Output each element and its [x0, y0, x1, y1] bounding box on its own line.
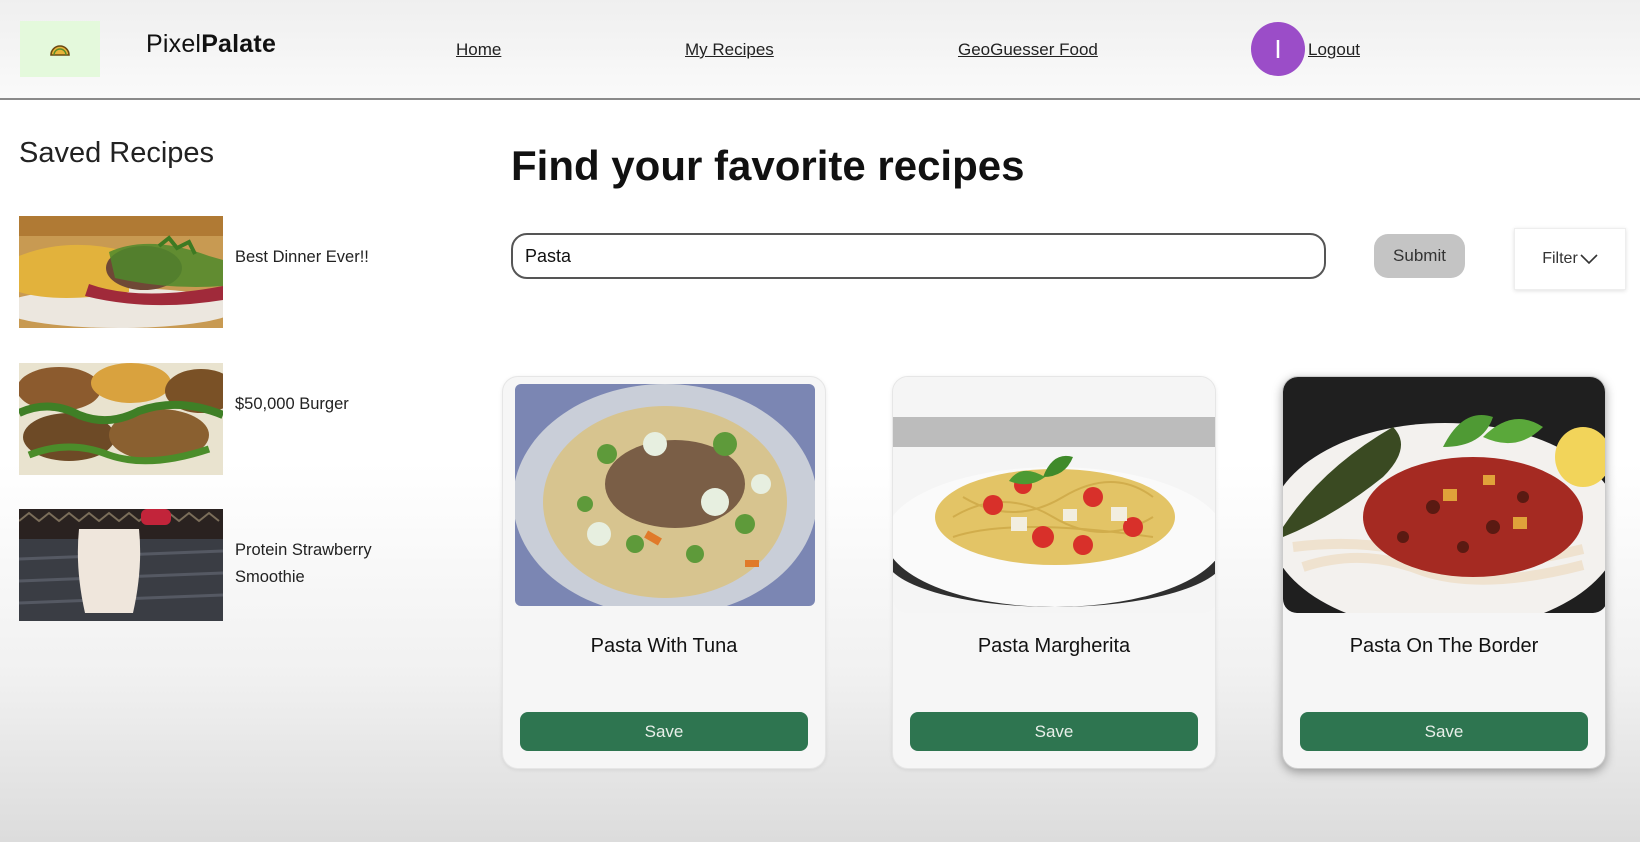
burger-plate-photo — [19, 216, 223, 328]
chevron-down-icon — [1580, 253, 1598, 265]
margherita-pasta-photo — [893, 377, 1215, 613]
sliders-photo — [19, 363, 223, 475]
saved-recipes-heading: Saved Recipes — [19, 137, 215, 169]
recipe-card: Pasta Margherita Save — [892, 376, 1216, 769]
saved-recipe-label: Protein Strawberry Smoothie — [235, 541, 372, 586]
smoothie-photo — [19, 509, 223, 621]
submit-button[interactable]: Submit — [1374, 234, 1465, 278]
logout-link[interactable]: Logout — [1308, 40, 1360, 60]
nav-geoguesser-food-link[interactable]: GeoGuesser Food — [958, 40, 1098, 60]
recipe-card: Pasta On The Border Save — [1282, 376, 1606, 769]
nav-home-link[interactable]: Home — [456, 40, 501, 60]
save-button[interactable]: Save — [910, 712, 1198, 751]
recipe-title: Pasta On The Border — [1349, 635, 1539, 657]
filter-dropdown[interactable]: Filter — [1514, 228, 1626, 290]
user-avatar[interactable]: I — [1251, 22, 1305, 76]
nav-my-recipes-link[interactable]: My Recipes — [685, 40, 774, 60]
saved-recipe-item[interactable]: Best Dinner Ever!! — [19, 216, 439, 328]
save-button[interactable]: Save — [520, 712, 808, 751]
saved-recipe-label: $50,000 Burger — [235, 395, 349, 413]
recipe-title: Pasta With Tuna — [590, 635, 738, 657]
save-button[interactable]: Save — [1300, 712, 1588, 751]
search-input[interactable] — [511, 233, 1326, 279]
page-title: Find your favorite recipes — [511, 142, 1025, 189]
filter-label: Filter — [1542, 250, 1578, 267]
logo[interactable] — [20, 21, 100, 77]
recipe-title: Pasta Margherita — [977, 635, 1131, 657]
saved-recipe-item[interactable]: $50,000 Burger — [19, 363, 439, 475]
saved-recipe-label: Best Dinner Ever!! — [235, 248, 369, 266]
saved-recipe-item[interactable]: Protein Strawberry Smoothie — [19, 509, 439, 621]
brand-name: PixelPalate — [146, 30, 277, 58]
recipe-card: Pasta With Tuna Save — [502, 376, 826, 769]
taco-icon — [49, 41, 71, 57]
border-pasta-photo — [1283, 377, 1605, 613]
tuna-pasta-photo — [515, 384, 815, 606]
top-navbar: PixelPalate Home My Recipes GeoGuesser F… — [0, 0, 1640, 100]
